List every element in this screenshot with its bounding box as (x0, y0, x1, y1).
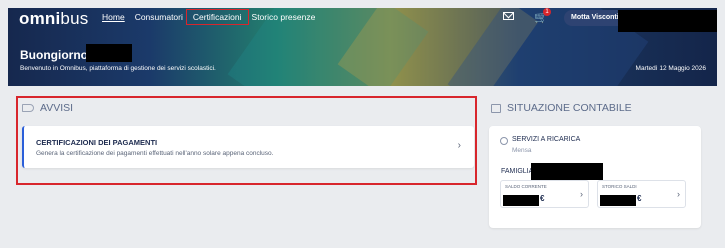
nav-storico-presenze[interactable]: Storico presenze (247, 11, 321, 23)
saldo-corrente-box[interactable]: SALDO CORRENTE € › (500, 180, 589, 208)
avvisi-header: AVVISI (22, 102, 73, 114)
currency-symbol: € (637, 194, 642, 203)
redacted-block (86, 44, 132, 62)
account-label: STORICO SALDI (602, 184, 637, 189)
nav-certificazioni[interactable]: Certificazioni (185, 9, 249, 25)
situazione-header: SITUAZIONE CONTABILE (491, 102, 632, 114)
mail-icon[interactable] (503, 12, 514, 20)
logo-light: bus (60, 9, 89, 28)
cart-badge: 1 (543, 8, 551, 16)
service-title: SERVIZI A RICARICA (512, 136, 581, 143)
wallet-icon (491, 103, 501, 113)
omnibus-logo[interactable]: omnibus (19, 9, 88, 29)
welcome-text: Benvenuto in Omnibus, piattaforma di ges… (20, 65, 216, 72)
logo-bold: omni (19, 9, 61, 28)
megaphone-icon (22, 104, 34, 112)
greeting: Buongiorno (20, 48, 88, 62)
currency-symbol: € (540, 194, 545, 203)
nav-home[interactable]: Home (97, 11, 130, 23)
chevron-right-icon[interactable]: › (458, 140, 461, 151)
certificazioni-card[interactable]: CERTIFICAZIONI DEI PAGAMENTI Genera la c… (22, 126, 474, 168)
card-title: CERTIFICAZIONI DEI PAGAMENTI (36, 138, 158, 147)
avvisi-title: AVVISI (40, 102, 74, 114)
chevron-right-icon[interactable]: › (580, 189, 583, 199)
current-date: Martedì 12 Maggio 2026 (635, 65, 706, 72)
situazione-title: SITUAZIONE CONTABILE (507, 102, 632, 114)
redacted-block (618, 10, 717, 32)
top-header: omnibus Home Consumatori Certificazioni … (8, 8, 717, 86)
main-nav: Home Consumatori Certificazioni Storico … (97, 9, 321, 25)
nav-consumatori[interactable]: Consumatori (130, 11, 188, 23)
card-description: Genera la certificazione dei pagamenti e… (36, 150, 274, 157)
service-subtitle: Mensa (512, 147, 532, 154)
chevron-right-icon[interactable]: › (677, 189, 680, 199)
redacted-block (531, 163, 603, 180)
redacted-block (600, 195, 636, 206)
user-menu-button[interactable]: Motta Visconti (564, 10, 626, 26)
plus-circle-icon (500, 137, 508, 145)
storico-saldi-box[interactable]: STORICO SALDI € › (597, 180, 686, 208)
situazione-card: SERVIZI A RICARICA Mensa FAMIGLIA: SALDO… (489, 126, 701, 228)
account-label: SALDO CORRENTE (505, 184, 547, 189)
redacted-block (503, 195, 539, 206)
